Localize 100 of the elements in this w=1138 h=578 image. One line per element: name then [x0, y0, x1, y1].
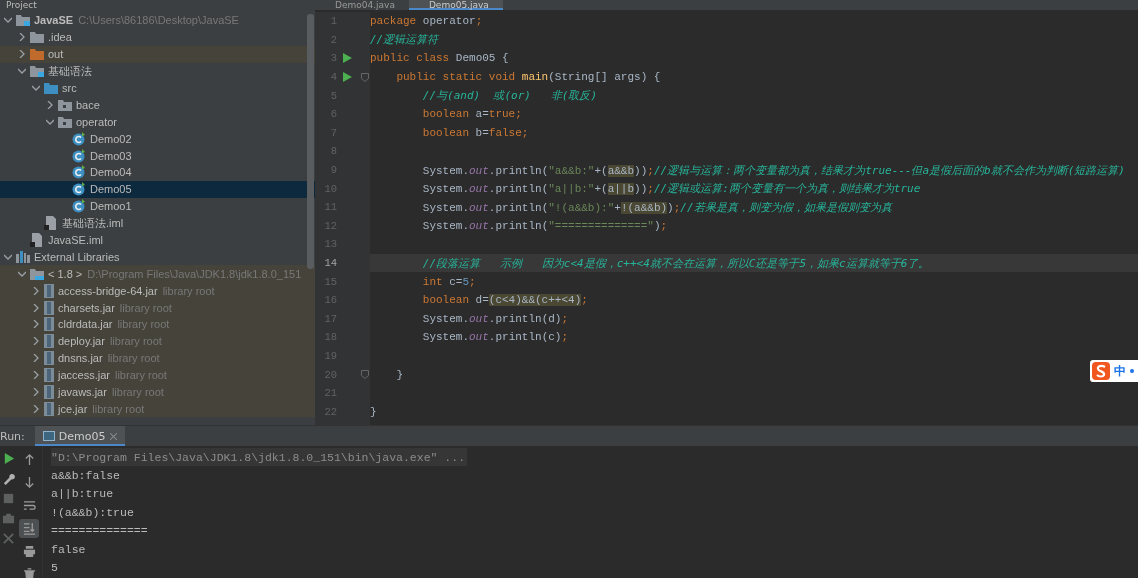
tree-item-label: Demo04: [90, 166, 132, 179]
chevron-down-icon[interactable]: [18, 269, 26, 278]
tree-item-path: library root: [114, 369, 167, 382]
fold-icon[interactable]: [361, 370, 369, 380]
chevron-down-icon[interactable]: [46, 117, 54, 126]
tree-row[interactable]: Demo05: [0, 180, 315, 198]
chevron-right-icon[interactable]: [32, 354, 40, 363]
tree-row[interactable]: 基础语法.iml: [0, 214, 315, 232]
fold-icon[interactable]: [361, 72, 369, 82]
tree-row[interactable]: cldrdata.jar library root: [0, 316, 315, 333]
tree-row[interactable]: .idea: [0, 28, 315, 46]
chevron-down-icon[interactable]: [4, 252, 12, 261]
tree-item-label: deploy.jar: [58, 335, 105, 348]
tree-row[interactable]: jce.jar library root: [0, 400, 315, 418]
tree-item-label: .idea: [48, 31, 72, 44]
chevron-right-icon[interactable]: [32, 303, 40, 312]
code-line: System.out.println("a&&b:"+(a&&b));//逻辑与运算：两个变量都为真，结果才为true---但a是假后面的b就不会作为判断(短路运算): [422, 162, 1125, 178]
jar-icon: [44, 368, 54, 383]
print-icon: [22, 545, 36, 558]
tree-row[interactable]: Demo02: [0, 130, 315, 148]
code-line: boolean b=false;: [422, 126, 529, 139]
tree-item-label: access-bridge-64.jar: [58, 284, 158, 297]
editor-tab[interactable]: Demo05.java: [408, 0, 503, 10]
tree-item-label: charsets.jar: [58, 301, 115, 314]
tree-item-label: External Libraries: [34, 250, 120, 263]
wrap-icon: [22, 499, 36, 512]
class-icon: [72, 148, 86, 163]
tree-row[interactable]: JavaSE.iml: [0, 231, 315, 249]
tree-item-label: Demo02: [90, 132, 132, 145]
chevron-down-icon[interactable]: [32, 84, 40, 92]
tree-item-label: src: [62, 82, 77, 94]
chevron-down-icon[interactable]: [4, 16, 12, 25]
run-icon[interactable]: [343, 53, 353, 64]
code-line: System.out.println(d);: [422, 312, 569, 325]
file-icon: [30, 233, 44, 247]
console-line: ==============: [51, 523, 148, 540]
code-line: //逻辑运算符: [370, 32, 439, 48]
tree-row[interactable]: 基础语法: [0, 62, 315, 80]
tree-item-label: bace: [76, 98, 100, 111]
class-icon: [72, 131, 86, 146]
tree-row[interactable]: < 1.8 > D:\Program Files\Java\JDK1.8\jdk1.8.0_151: [0, 265, 315, 283]
tree-row[interactable]: src: [0, 79, 315, 97]
scroll-end-icon: [22, 522, 36, 535]
tree-item-label: 基础语法.iml: [62, 215, 124, 231]
bar-chart-icon: [16, 250, 30, 263]
tree-row[interactable]: External Libraries: [0, 248, 315, 266]
chevron-right-icon[interactable]: [32, 404, 40, 413]
chevron-down-icon[interactable]: [18, 67, 26, 76]
jar-icon: [44, 317, 54, 332]
console-line: false: [51, 541, 86, 558]
folder-icon: [58, 98, 72, 111]
console-line: a&&b:false: [51, 468, 120, 485]
chevron-right-icon[interactable]: [32, 371, 40, 380]
tree-row[interactable]: charsets.jar library root: [0, 299, 315, 317]
chevron-right-icon[interactable]: [18, 33, 26, 42]
trash-icon: [22, 568, 36, 578]
tree-row[interactable]: bace: [0, 96, 315, 114]
chevron-right-icon[interactable]: [32, 320, 40, 329]
ime-widget[interactable]: 中: [1090, 360, 1138, 382]
panel-title[interactable]: Project: [6, 0, 37, 10]
tree-item-label: Demo05: [90, 183, 132, 196]
tree-item-label: javaws.jar: [58, 386, 107, 399]
close-icon[interactable]: [109, 432, 117, 440]
chevron-right-icon[interactable]: [32, 337, 40, 346]
tree-item-label: 基础语法: [48, 63, 92, 79]
tree-item-label: Demoo1: [90, 200, 132, 213]
tree-row[interactable]: out: [0, 45, 315, 63]
jar-icon: [44, 283, 54, 298]
jar-icon: [44, 300, 54, 315]
run-icon[interactable]: [343, 72, 353, 83]
class-icon: [72, 165, 86, 180]
code-line: System.out.println("a||b:"+(a||b));//逻辑或运算:两个变量有一个为真，则结果才为true: [422, 181, 921, 197]
tree-item-label: < 1.8 >: [48, 267, 83, 280]
chevron-right-icon[interactable]: [32, 388, 40, 397]
wrench-icon[interactable]: [1, 472, 15, 485]
tree-row[interactable]: operator: [0, 113, 315, 131]
code-line: public class Demo05 {: [370, 52, 509, 65]
tree-row[interactable]: Demo03: [0, 147, 315, 164]
folder-icon: [58, 115, 72, 128]
editor-tab[interactable]: Demo04.java: [315, 0, 409, 10]
tree-item-path: library root: [119, 301, 172, 314]
code-line: boolean a=true;: [422, 108, 522, 121]
code-line: System.out.println("==============");: [422, 219, 668, 232]
scroll-end-button[interactable]: [19, 519, 39, 538]
jar-icon: [44, 334, 54, 349]
tree-row[interactable]: Demoo1: [0, 197, 315, 215]
scrollbar-thumb[interactable]: [307, 14, 314, 269]
chevron-right-icon[interactable]: [18, 50, 26, 59]
tree-item-path: library root: [92, 402, 145, 415]
tree-row[interactable]: Demo04: [0, 164, 315, 181]
tree-item-path: library root: [107, 352, 160, 365]
tree-row[interactable]: access-bridge-64.jar library root: [0, 282, 315, 300]
chevron-right-icon[interactable]: [32, 286, 40, 295]
run-tab[interactable]: Demo05: [34, 426, 125, 446]
tree-row[interactable]: JavaSE C:\Users\86186\Desktop\JavaSE: [0, 12, 315, 29]
jar-icon: [44, 401, 54, 416]
ime-logo-icon: [1092, 362, 1110, 380]
tree-item-label: Demo03: [90, 149, 132, 162]
chevron-right-icon[interactable]: [46, 100, 54, 109]
tree-item-path: library root: [111, 386, 164, 399]
